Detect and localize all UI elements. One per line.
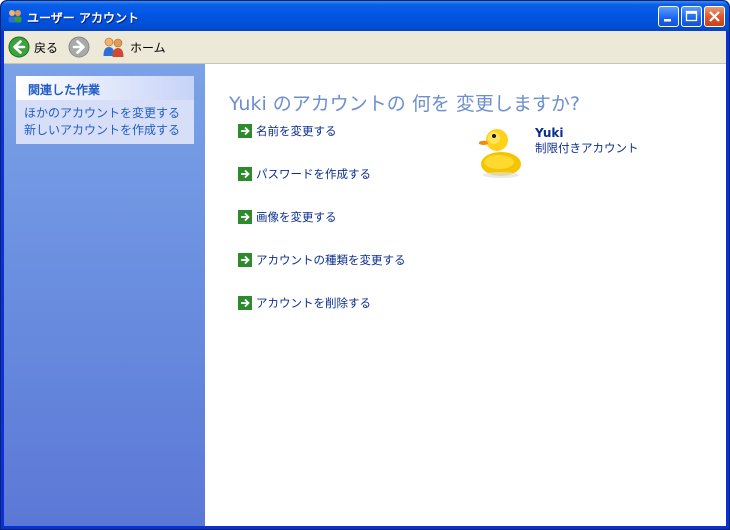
change-name-link[interactable]: 名前を変更する <box>238 123 337 139</box>
delete-account-label: アカウントを削除する <box>256 296 371 310</box>
back-arrow-icon <box>8 36 30 58</box>
maximize-icon <box>685 10 698 22</box>
green-arrow-icon <box>238 210 252 224</box>
change-picture-link[interactable]: 画像を変更する <box>238 209 337 225</box>
change-another-account-link[interactable]: ほかのアカウントを変更する <box>24 104 180 121</box>
related-tasks-box: 関連した作業 ほかのアカウントを変更する 新しいアカウントを作成する <box>16 76 194 144</box>
change-picture-label: 画像を変更する <box>256 210 337 224</box>
back-button[interactable]: 戻る <box>8 35 58 59</box>
close-button[interactable] <box>704 6 725 27</box>
users-home-icon <box>103 37 124 57</box>
minimize-button[interactable] <box>658 6 679 27</box>
title-bar[interactable]: ユーザー アカウント <box>1 1 729 31</box>
green-arrow-icon <box>238 253 252 267</box>
minimize-icon <box>664 19 671 22</box>
window-title: ユーザー アカウント <box>27 11 139 25</box>
account-type: 制限付きアカウント <box>535 141 639 155</box>
back-label: 戻る <box>34 40 59 55</box>
task-pane: 関連した作業 ほかのアカウントを変更する 新しいアカウントを作成する <box>4 64 205 526</box>
toolbar: 戻る ホーム <box>4 31 726 64</box>
green-arrow-icon <box>238 124 252 138</box>
user-accounts-window: ユーザー アカウント 戻る ホーム 関連した作業 ほかのアカウントを変更する 新… <box>0 0 730 530</box>
forward-arrow-icon <box>68 36 90 58</box>
home-button[interactable]: ホーム <box>102 35 166 59</box>
close-icon <box>709 11 720 22</box>
home-label: ホーム <box>130 40 166 55</box>
related-tasks-title: 関連した作業 <box>28 83 101 97</box>
delete-account-link[interactable]: アカウントを削除する <box>238 295 371 311</box>
user-name: Yuki <box>535 126 564 140</box>
create-password-link[interactable]: パスワードを作成する <box>238 166 371 182</box>
main-content: Yuki のアカウントの 何を 変更しますか? 名前を変更する パスワードを作成… <box>205 64 726 526</box>
change-name-label: 名前を変更する <box>256 124 337 138</box>
forward-button[interactable] <box>68 35 90 59</box>
users-icon <box>8 10 22 23</box>
green-arrow-icon <box>238 296 252 310</box>
related-tasks-list: ほかのアカウントを変更する 新しいアカウントを作成する <box>16 100 194 144</box>
change-account-type-link[interactable]: アカウントの種類を変更する <box>238 252 406 268</box>
change-account-type-label: アカウントの種類を変更する <box>256 253 406 267</box>
related-tasks-header[interactable]: 関連した作業 <box>16 76 194 100</box>
create-password-label: パスワードを作成する <box>256 167 371 181</box>
maximize-button[interactable] <box>681 6 702 27</box>
rubber-duck-icon <box>478 129 521 178</box>
page-title: Yuki のアカウントの 何を 変更しますか? <box>229 93 580 115</box>
create-new-account-link[interactable]: 新しいアカウントを作成する <box>24 121 180 138</box>
green-arrow-icon <box>238 167 252 181</box>
